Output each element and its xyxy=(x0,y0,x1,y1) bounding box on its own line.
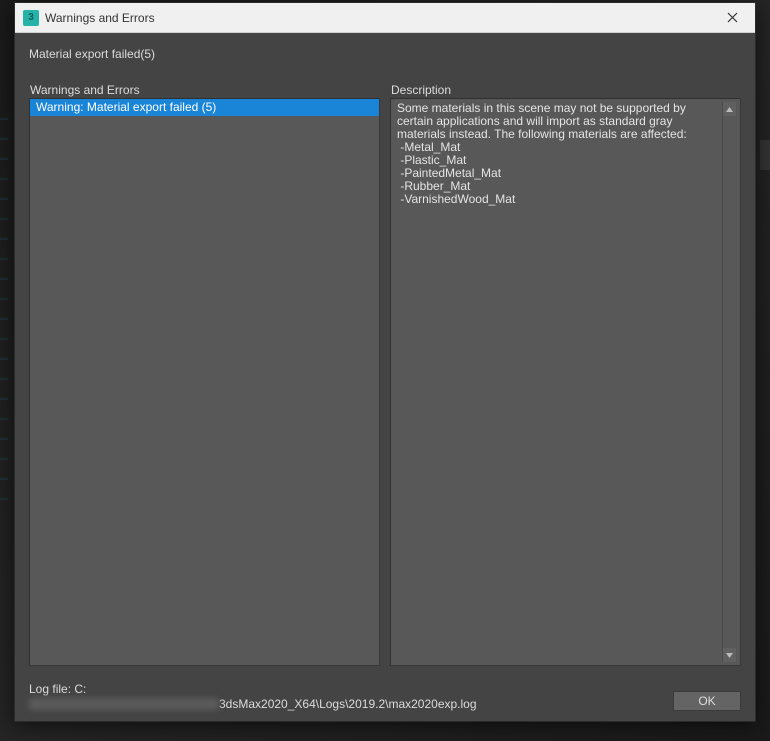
close-icon xyxy=(727,12,738,23)
description-box[interactable]: Some materials in this scene may not be … xyxy=(390,98,741,666)
log-area: Log file: C: 3dsMax2020_X64\Logs\2019.2\… xyxy=(29,682,661,711)
window-title: Warnings and Errors xyxy=(45,11,711,25)
ok-button[interactable]: OK xyxy=(673,691,741,711)
redacted-path-segment xyxy=(29,698,219,710)
warnings-errors-dialog: 3 Warnings and Errors Material export fa… xyxy=(14,2,756,722)
warnings-label: Warnings and Errors xyxy=(29,83,380,97)
warnings-column: Warnings and Errors Warning: Material ex… xyxy=(29,83,380,666)
scroll-down-button[interactable] xyxy=(723,648,736,662)
close-button[interactable] xyxy=(711,4,753,32)
columns: Warnings and Errors Warning: Material ex… xyxy=(29,83,741,666)
footer: Log file: C: 3dsMax2020_X64\Logs\2019.2\… xyxy=(29,682,741,711)
list-item[interactable]: Warning: Material export failed (5) xyxy=(30,99,379,116)
warnings-listbox[interactable]: Warning: Material export failed (5) xyxy=(29,98,380,666)
dialog-body: Material export failed(5) Warnings and E… xyxy=(15,33,755,721)
log-path-suffix: 3dsMax2020_X64\Logs\2019.2\max2020exp.lo… xyxy=(219,697,477,711)
scrollbar[interactable] xyxy=(722,102,736,662)
description-column: Description Some materials in this scene… xyxy=(390,83,741,666)
chevron-up-icon xyxy=(726,107,733,112)
log-file-path: 3dsMax2020_X64\Logs\2019.2\max2020exp.lo… xyxy=(29,697,661,711)
app-icon: 3 xyxy=(23,10,39,26)
titlebar[interactable]: 3 Warnings and Errors xyxy=(15,3,755,33)
log-file-label: Log file: C: xyxy=(29,682,661,696)
dialog-subtitle: Material export failed(5) xyxy=(29,47,741,61)
description-label: Description xyxy=(390,83,741,97)
scroll-up-button[interactable] xyxy=(723,102,736,116)
chevron-down-icon xyxy=(726,653,733,658)
description-text: Some materials in this scene may not be … xyxy=(397,102,720,662)
